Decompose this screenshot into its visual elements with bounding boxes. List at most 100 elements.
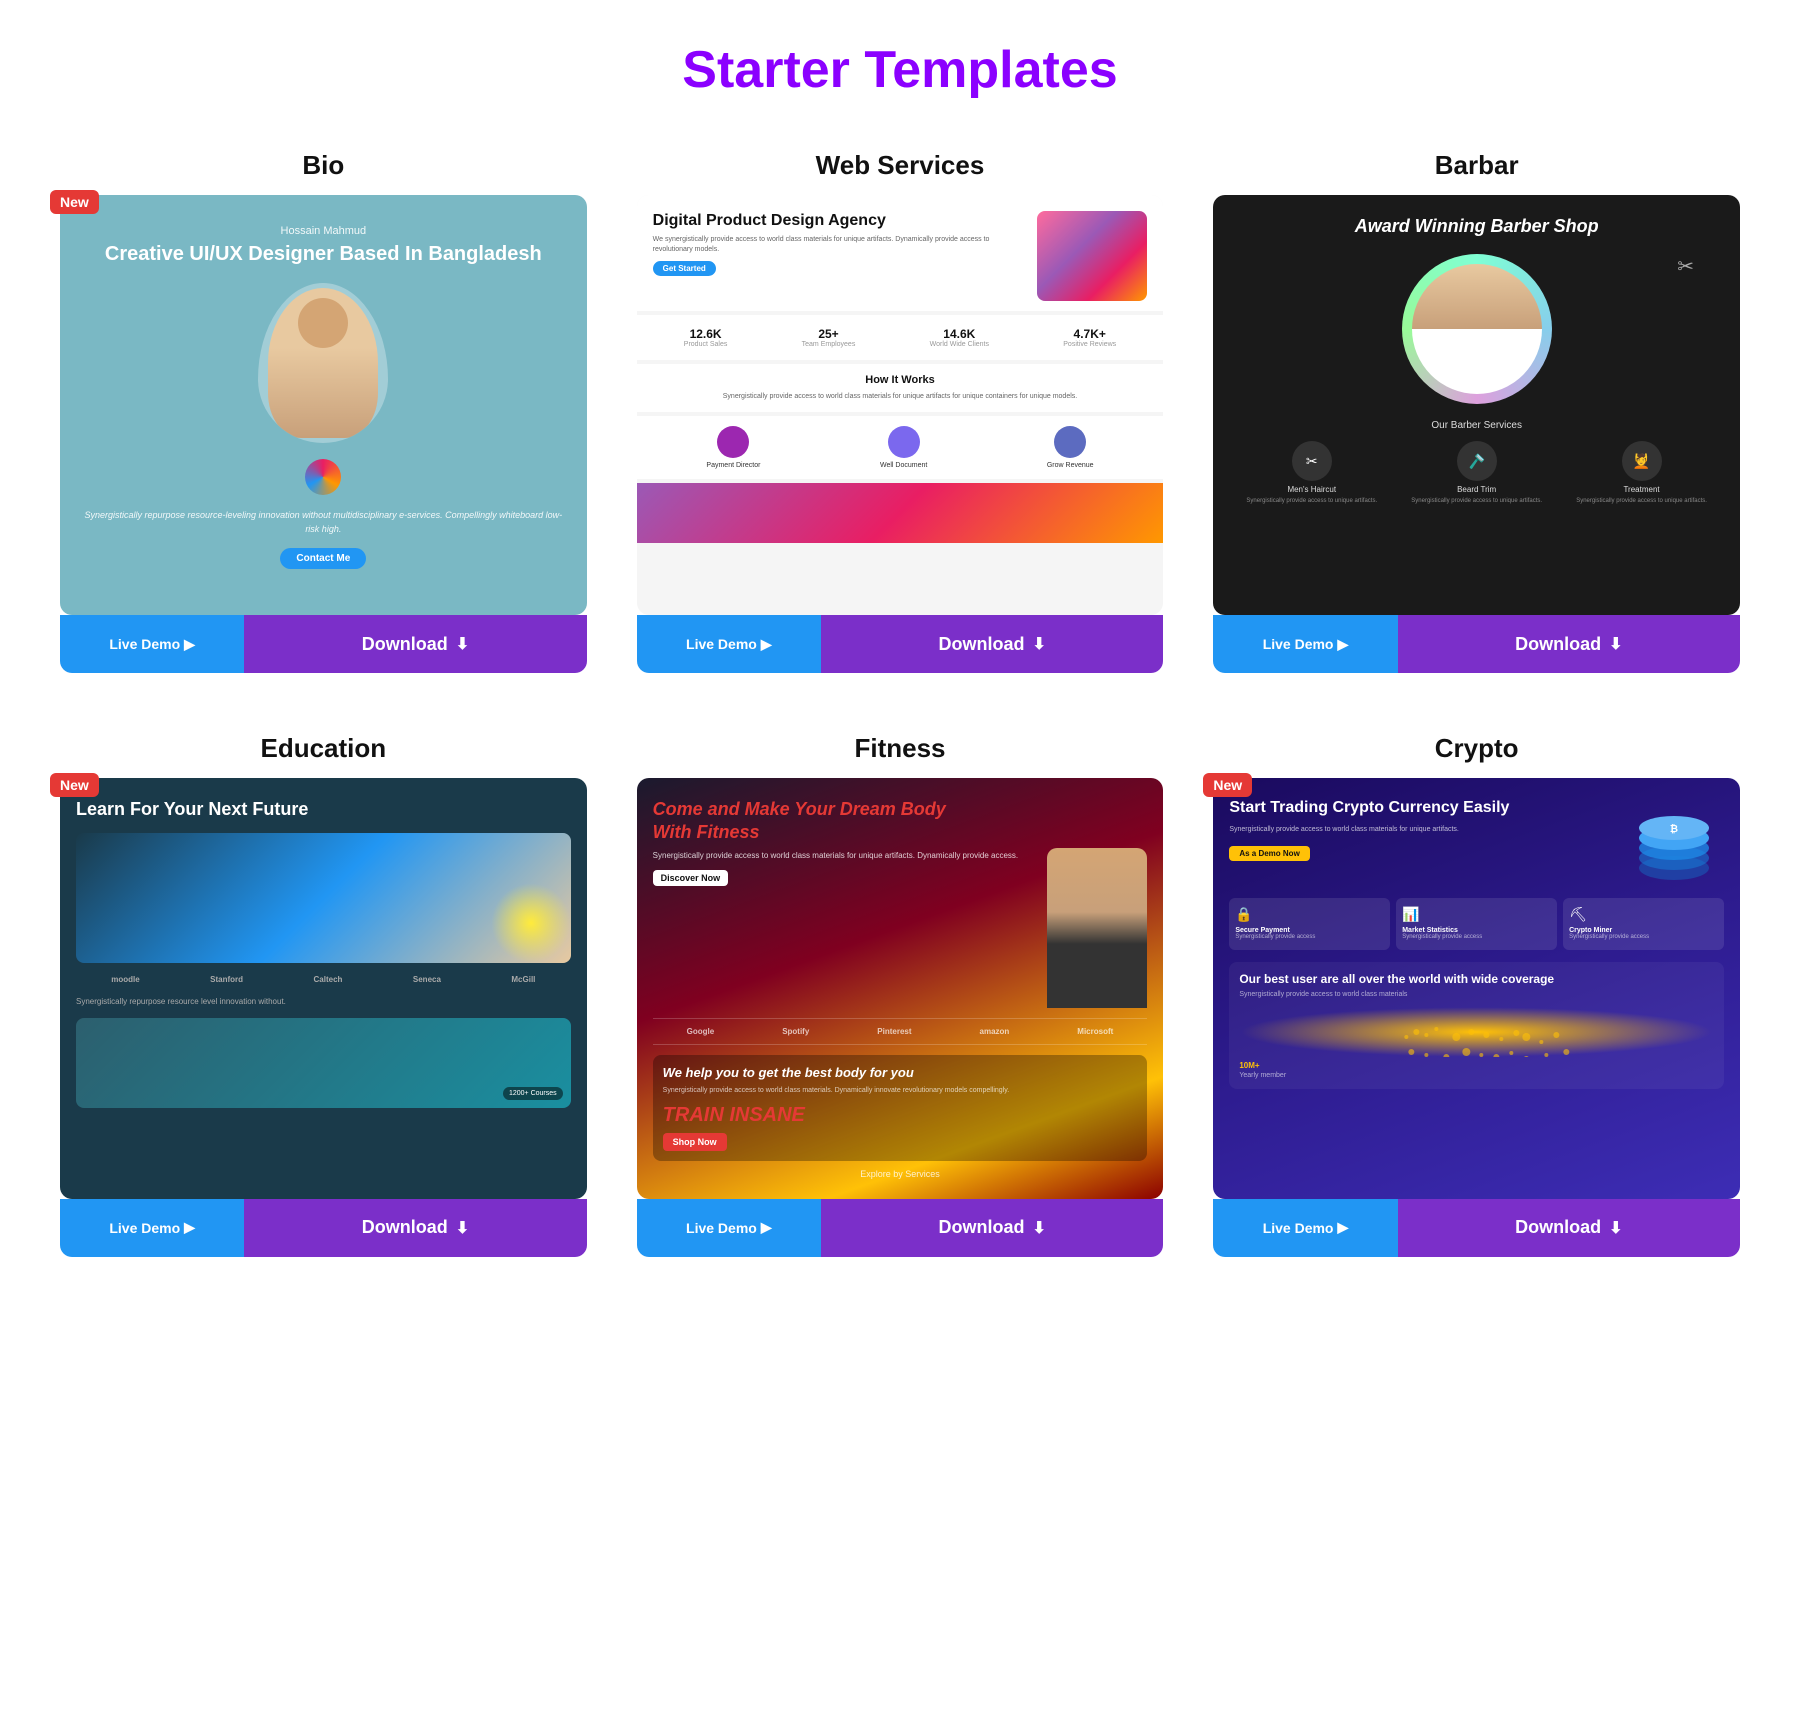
ws-icon-1: Well Document bbox=[880, 426, 927, 469]
ws-top: Digital Product Design Agency We synergi… bbox=[637, 195, 1164, 311]
download-icon-education: ⬇ bbox=[456, 1218, 469, 1238]
crypto-world-users: 10M+ bbox=[1239, 1061, 1714, 1070]
download-label-bio: Download bbox=[362, 634, 448, 655]
barbar-service-name-1: Beard Trim bbox=[1457, 485, 1496, 494]
scissors-icon: ✂ bbox=[1677, 254, 1694, 279]
ws-icon-2: Grow Revenue bbox=[1047, 426, 1094, 469]
ws-stat-1: 25+ Team Employees bbox=[802, 327, 856, 348]
live-demo-button-crypto[interactable]: Live Demo ▶ bbox=[1213, 1199, 1397, 1257]
crypto-features: 🔒 Secure Payment Synergistically provide… bbox=[1229, 898, 1724, 950]
new-badge-education: New bbox=[50, 773, 99, 797]
live-demo-label-barbar: Live Demo bbox=[1263, 636, 1334, 652]
ws-howitworks-desc: Synergistically provide access to world … bbox=[647, 392, 1154, 402]
crypto-top-left: Start Trading Crypto Currency Easily Syn… bbox=[1229, 798, 1614, 873]
new-badge-bio: New bbox=[50, 190, 99, 214]
arrow-icon-fitness: ▶ bbox=[761, 1219, 772, 1236]
download-icon-fitness: ⬇ bbox=[1032, 1218, 1045, 1238]
world-map-svg bbox=[1239, 1007, 1714, 1057]
edu-headline: Learn For Your Next Future bbox=[76, 798, 571, 821]
ws-stat-lbl-1: Team Employees bbox=[802, 341, 856, 348]
edu-courses-badge: 1200+ Courses bbox=[503, 1087, 563, 1100]
fitness-headline-highlight: With Fitness bbox=[653, 822, 760, 842]
arrow-icon-bio: ▶ bbox=[184, 636, 195, 653]
ws-icon-circle-0 bbox=[717, 426, 749, 458]
crypto-feature-name-0: Secure Payment bbox=[1235, 927, 1384, 934]
card-preview-education: Learn For Your Next Future moodle Stanfo… bbox=[60, 778, 587, 1199]
download-button-bio[interactable]: Download ⬇ bbox=[244, 615, 586, 673]
card-preview-webservices: Digital Product Design Agency We synergi… bbox=[637, 195, 1164, 615]
crypto-cta-btn[interactable]: As a Demo Now bbox=[1229, 846, 1309, 861]
download-button-fitness[interactable]: Download ⬇ bbox=[821, 1199, 1163, 1257]
fitness-headline-text: Come and Make Your Dream Body bbox=[653, 799, 946, 819]
crypto-headline: Start Trading Crypto Currency Easily bbox=[1229, 798, 1614, 819]
fitness-brand-1: Spotify bbox=[782, 1027, 809, 1036]
live-demo-button-bio[interactable]: Live Demo ▶ bbox=[60, 615, 244, 673]
ws-hero-image bbox=[1037, 211, 1147, 301]
crypto-feature-icon-1: 📊 bbox=[1402, 906, 1551, 923]
bio-cta[interactable]: Contact Me bbox=[280, 548, 366, 569]
crypto-feature-desc-0: Synergistically provide access bbox=[1235, 934, 1384, 942]
live-demo-button-fitness[interactable]: Live Demo ▶ bbox=[637, 1199, 821, 1257]
ws-stat-val-0: 12.6K bbox=[684, 327, 728, 341]
bio-desc: Synergistically repurpose resource-level… bbox=[80, 509, 567, 536]
download-button-webservices[interactable]: Download ⬇ bbox=[821, 615, 1163, 673]
download-button-crypto[interactable]: Download ⬇ bbox=[1398, 1199, 1740, 1257]
fitness-brand-4: Microsoft bbox=[1077, 1027, 1113, 1036]
download-button-barbar[interactable]: Download ⬇ bbox=[1398, 615, 1740, 673]
live-demo-label-education: Live Demo bbox=[109, 1220, 180, 1236]
card-preview-fitness: Come and Make Your Dream Body With Fitne… bbox=[637, 778, 1164, 1199]
card-actions-education: Live Demo ▶ Download ⬇ bbox=[60, 1199, 587, 1257]
arrow-icon-barbar: ▶ bbox=[1338, 636, 1349, 653]
ws-hero-title: Digital Product Design Agency bbox=[653, 211, 1028, 230]
ws-cta-btn[interactable]: Get Started bbox=[653, 261, 716, 276]
card-preview-crypto: Start Trading Crypto Currency Easily Syn… bbox=[1213, 778, 1740, 1199]
crypto-coin-svg: ₿ bbox=[1624, 798, 1724, 898]
card-title-fitness: Fitness bbox=[637, 733, 1164, 764]
svg-text:₿: ₿ bbox=[1670, 823, 1678, 835]
crypto-desc: Synergistically provide access to world … bbox=[1229, 825, 1614, 835]
edu-logo-2: Caltech bbox=[314, 975, 343, 984]
crypto-feature-desc-2: Synergistically provide access bbox=[1569, 934, 1718, 942]
barbar-service-0: ✂ Men's Haircut Synergistically provide … bbox=[1246, 441, 1377, 504]
fitness-hero-area: Discover Now bbox=[653, 868, 1148, 1008]
arrow-icon-webservices: ▶ bbox=[761, 636, 772, 653]
download-button-education[interactable]: Download ⬇ bbox=[244, 1199, 586, 1257]
crypto-top: Start Trading Crypto Currency Easily Syn… bbox=[1229, 798, 1724, 898]
crypto-feature-name-1: Market Statistics bbox=[1402, 927, 1551, 934]
arrow-icon-education: ▶ bbox=[184, 1219, 195, 1236]
download-label-barbar: Download bbox=[1515, 634, 1601, 655]
ws-stat-2: 14.6K World Wide Clients bbox=[930, 327, 989, 348]
live-demo-button-barbar[interactable]: Live Demo ▶ bbox=[1213, 615, 1397, 673]
ws-stat-val-3: 4.7K+ bbox=[1063, 327, 1116, 341]
page-title: Starter Templates bbox=[60, 40, 1740, 100]
card-title-crypto: Crypto bbox=[1213, 733, 1740, 764]
live-demo-button-webservices[interactable]: Live Demo ▶ bbox=[637, 615, 821, 673]
ws-icon-circle-2 bbox=[1054, 426, 1086, 458]
edu-logo-4: McGill bbox=[511, 975, 535, 984]
fitness-shop-btn[interactable]: Shop Now bbox=[663, 1133, 727, 1151]
template-card-fitness: Fitness Come and Make Your Dream Body Wi… bbox=[637, 733, 1164, 1257]
download-icon-bio: ⬇ bbox=[456, 634, 469, 654]
barbar-avatar-area: ✂ bbox=[1229, 254, 1724, 404]
barbar-service-icon-1: 🪒 bbox=[1457, 441, 1497, 481]
template-card-education: New Education Learn For Your Next Future… bbox=[60, 733, 587, 1257]
ws-stats: 12.6K Product Sales 25+ Team Employees 1… bbox=[637, 315, 1164, 360]
barbar-service-desc-0: Synergistically provide access to unique… bbox=[1246, 498, 1377, 504]
crypto-coin-visual: ₿ bbox=[1624, 798, 1724, 898]
card-title-education: Education bbox=[60, 733, 587, 764]
edu-logos: moodle Stanford Caltech Seneca McGill bbox=[76, 975, 571, 984]
download-label-education: Download bbox=[362, 1217, 448, 1238]
template-card-bio: New Bio Hossain Mahmud Creative UI/UX De… bbox=[60, 150, 587, 673]
ws-icons: Payment Director Well Document Grow Reve… bbox=[637, 416, 1164, 479]
arrow-icon-crypto: ▶ bbox=[1338, 1219, 1349, 1236]
live-demo-label-webservices: Live Demo bbox=[686, 636, 757, 652]
live-demo-button-education[interactable]: Live Demo ▶ bbox=[60, 1199, 244, 1257]
card-title-bio: Bio bbox=[60, 150, 587, 181]
barbar-services-title: Our Barber Services bbox=[1229, 420, 1724, 431]
fitness-discover-btn[interactable]: Discover Now bbox=[653, 870, 729, 886]
template-card-crypto: New Crypto Start Trading Crypto Currency… bbox=[1213, 733, 1740, 1257]
download-icon-barbar: ⬇ bbox=[1609, 634, 1622, 654]
barbar-headline: Award Winning Barber Shop bbox=[1229, 215, 1724, 238]
ws-icon-0: Payment Director bbox=[706, 426, 760, 469]
fitness-brands: Google Spotify Pinterest amazon Microsof… bbox=[653, 1018, 1148, 1045]
